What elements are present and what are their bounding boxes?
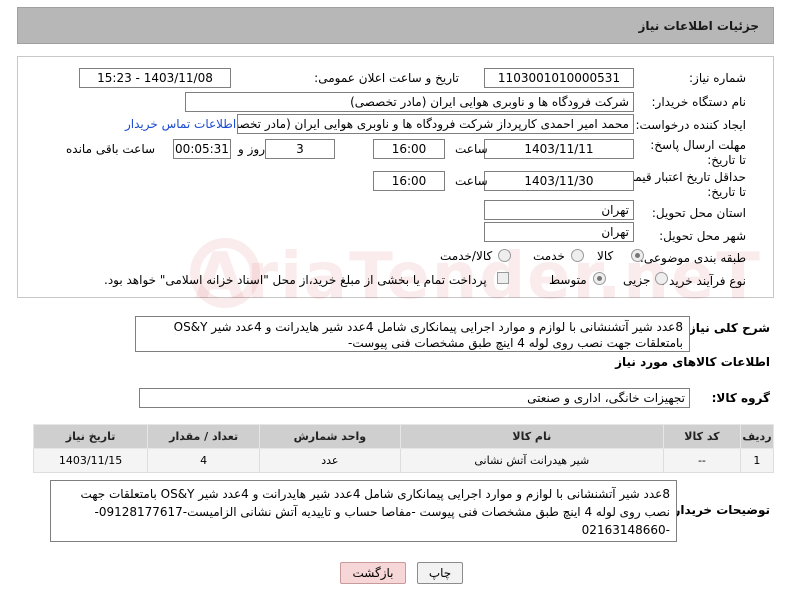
cell-row-number: 1	[739, 448, 775, 473]
purchase-radio-medium[interactable]	[593, 272, 606, 285]
purchase-option-minor: جزیی	[623, 273, 651, 287]
deadline-label: مهلت ارسال پاسخ: تا تاریخ:	[650, 138, 746, 167]
cell-code: --	[663, 448, 741, 473]
deadline-date-field: 1403/11/11	[484, 139, 634, 159]
print-button[interactable]: چاپ	[417, 562, 463, 584]
purchase-radio-minor[interactable]	[655, 272, 668, 285]
category-option-service: خدمت	[533, 249, 565, 263]
purchase-option-medium: متوسط	[549, 273, 587, 287]
category-radio-goods[interactable]	[631, 249, 644, 262]
goods-table: ردیف کد کالا نام کالا واحد شمارش تعداد /…	[32, 424, 775, 473]
announce-field: 1403/11/08 - 15:23	[79, 68, 231, 88]
category-option-goods: کالا	[597, 249, 614, 263]
category-radio-both[interactable]	[498, 249, 511, 262]
validity-time-field: 16:00	[373, 171, 445, 191]
city-label: شهر محل تحویل:	[659, 229, 746, 243]
days-field: 3	[265, 139, 335, 159]
cell-name: شیر هیدرانت آتش نشانی	[399, 448, 665, 473]
creator-label: ایجاد کننده درخواست:	[635, 118, 746, 132]
table-header-row: ردیف کد کالا نام کالا واحد شمارش تعداد /…	[32, 424, 775, 449]
days-label: روز و	[238, 142, 265, 156]
col-header-row: ردیف	[739, 424, 775, 449]
buyer-org-label: نام دستگاه خریدار:	[651, 95, 747, 109]
deadline-time-label: ساعت	[455, 142, 488, 156]
province-field: تهران	[484, 200, 634, 220]
validity-date-field: 1403/11/30	[484, 171, 634, 191]
validity-label: حداقل تاریخ اعتبار قیمت: تا تاریخ:	[619, 170, 746, 199]
need-number-label: شماره نیاز:	[689, 71, 746, 85]
buyer-contact-link[interactable]: اطلاعات تماس خریدار	[125, 117, 236, 131]
col-header-code: کد کالا	[663, 424, 741, 449]
remaining-label: ساعت باقی مانده	[66, 142, 156, 156]
goods-group-field: تجهیزات خانگی، اداری و صنعتی	[139, 388, 690, 408]
col-header-qty: تعداد / مقدار	[147, 424, 261, 449]
treasury-payment-checkbox[interactable]	[497, 272, 509, 284]
category-radio-service[interactable]	[571, 249, 584, 262]
need-number-field: 1103001010000531	[484, 68, 634, 88]
category-option-both: کالا/خدمت	[440, 249, 493, 263]
buyer-notes-label: توضیحات خریدار:	[668, 503, 770, 517]
buyer-notes-text: 8عدد شیر آتشنشانی با لوازم و موارد اجرای…	[50, 480, 677, 542]
col-header-unit: واحد شمارش	[259, 424, 401, 449]
purchase-type-label: نوع فرآیند خرید :	[661, 274, 746, 288]
goods-section-title: اطلاعات کالاهای مورد نیاز	[615, 355, 770, 369]
province-label: استان محل تحویل:	[651, 206, 746, 220]
cell-unit: عدد	[259, 448, 401, 473]
city-field: تهران	[484, 222, 634, 242]
treasury-payment-note: پرداخت تمام یا بخشی از مبلغ خرید،از محل …	[104, 273, 487, 287]
remaining-time-field: 00:05:31	[173, 139, 231, 159]
cell-date: 1403/11/15	[32, 448, 149, 473]
deadline-time-field: 16:00	[373, 139, 445, 159]
validity-time-label: ساعت	[455, 174, 488, 188]
summary-text: 8عدد شیر آتشنشانی با لوازم و موارد اجرای…	[135, 316, 690, 352]
cell-qty: 4	[147, 448, 261, 473]
buyer-org-field: شرکت فرودگاه ها و ناوبری هوایی ایران (ما…	[185, 92, 634, 112]
col-header-date: تاریخ نیاز	[32, 424, 149, 449]
table-row: 1 -- شیر هیدرانت آتش نشانی عدد 4 1403/11…	[32, 448, 775, 473]
goods-group-label: گروه کالا:	[711, 391, 770, 405]
category-label: طبقه بندی موضوعی:	[639, 251, 746, 265]
page-title: جزئیات اطلاعات نیاز	[638, 19, 759, 33]
col-header-name: نام کالا	[399, 424, 665, 449]
announce-label: تاریخ و ساعت اعلان عمومی:	[314, 71, 459, 85]
page-header: جزئیات اطلاعات نیاز	[17, 7, 774, 44]
summary-label: شرح کلی نیاز:	[684, 321, 770, 335]
creator-field: محمد امیر احمدی کارپرداز شرکت فرودگاه ها…	[237, 114, 634, 134]
back-button[interactable]: بازگشت	[340, 562, 406, 584]
